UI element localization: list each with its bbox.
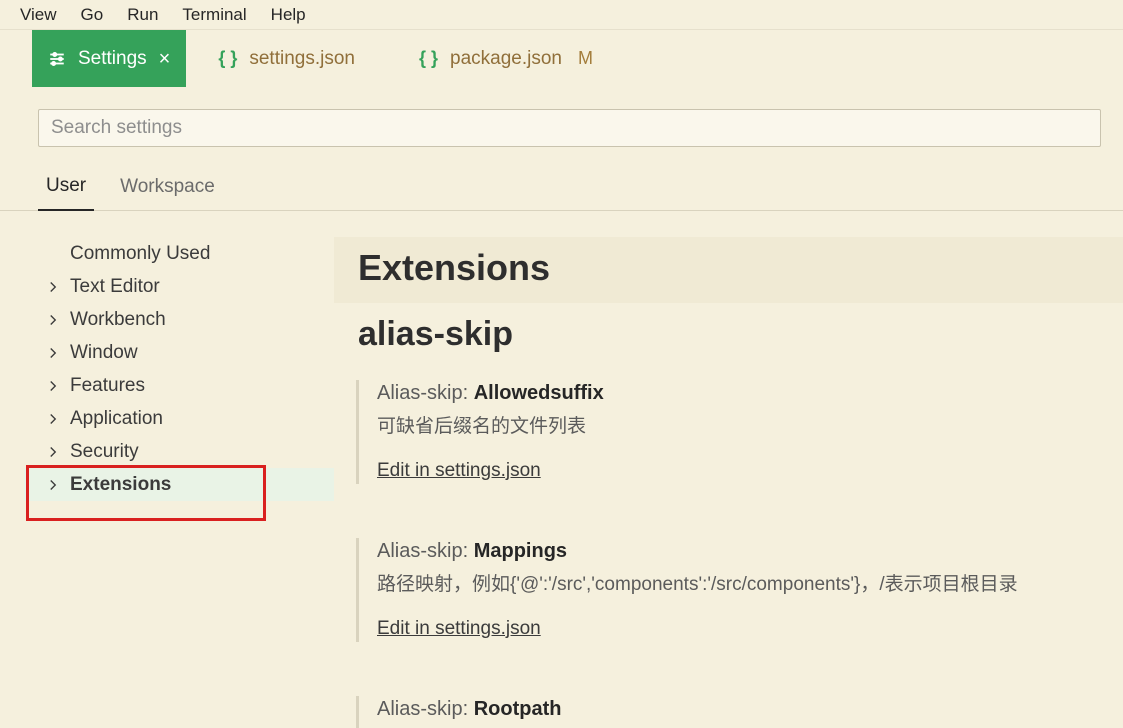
scope-row: User Workspace	[0, 157, 1123, 211]
setting-desc: 可缺省后缀名的文件列表	[377, 411, 1123, 438]
sidebar-item-commonly-used[interactable]: Commonly Used	[24, 237, 334, 270]
scope-user[interactable]: User	[38, 175, 94, 211]
search-input[interactable]	[38, 109, 1101, 147]
setting-key: Alias-skip: Allowedsuffix	[377, 382, 1123, 405]
sidebar-item-label: Workbench	[70, 309, 166, 331]
setting-key-prefix: Alias-skip:	[377, 540, 474, 562]
tab-package-json[interactable]: { } package.json M	[403, 30, 609, 87]
editor-tabbar: Settings × { } settings.json { } package…	[0, 30, 1123, 87]
scope-workspace[interactable]: Workspace	[112, 176, 223, 210]
chevron-right-icon	[46, 313, 60, 327]
json-icon: { }	[218, 48, 237, 69]
settings-body: User Workspace Commonly Used Text Editor…	[0, 87, 1123, 728]
search-row	[0, 87, 1123, 157]
sidebar-item-extensions[interactable]: Extensions	[24, 468, 334, 501]
tab-modified-badge: M	[578, 48, 593, 69]
setting-key-prefix: Alias-skip:	[377, 382, 474, 404]
chevron-right-icon	[46, 379, 60, 393]
setting-key-prefix: Alias-skip:	[377, 698, 474, 720]
sidebar-item-label: Security	[70, 441, 139, 463]
chevron-right-icon	[46, 280, 60, 294]
chevron-right-icon	[46, 412, 60, 426]
setting-key-name: Allowedsuffix	[474, 382, 604, 404]
sidebar-item-label: Features	[70, 375, 145, 397]
menu-terminal[interactable]: Terminal	[170, 5, 258, 25]
sidebar-item-features[interactable]: Features	[24, 369, 334, 402]
sidebar-item-text-editor[interactable]: Text Editor	[24, 270, 334, 303]
setting-key-name: Mappings	[474, 540, 567, 562]
chevron-right-icon	[46, 478, 60, 492]
menu-help[interactable]: Help	[259, 5, 318, 25]
sidebar-item-label: Window	[70, 342, 138, 364]
menu-run[interactable]: Run	[115, 5, 170, 25]
menubar: View Go Run Terminal Help	[0, 0, 1123, 30]
setting-key: Alias-skip: Mappings	[377, 540, 1123, 563]
tab-package-json-label: package.json	[450, 48, 562, 70]
sidebar-item-workbench[interactable]: Workbench	[24, 303, 334, 336]
setting-key-name: Rootpath	[474, 698, 562, 720]
chevron-right-icon	[46, 346, 60, 360]
content-row: Commonly Used Text Editor Workbench Wind…	[0, 211, 1123, 728]
setting-desc: 路径映射，例如{'@':'/src','components':'/src/co…	[377, 569, 1123, 596]
chevron-right-icon	[46, 445, 60, 459]
menu-go[interactable]: Go	[69, 5, 116, 25]
settings-sidebar: Commonly Used Text Editor Workbench Wind…	[0, 237, 334, 728]
sidebar-item-label: Text Editor	[70, 276, 160, 298]
json-icon: { }	[419, 48, 438, 69]
sidebar-item-label: Commonly Used	[70, 243, 210, 265]
setting-block-allowedsuffix: Alias-skip: Allowedsuffix 可缺省后缀名的文件列表 Ed…	[356, 380, 1123, 484]
sidebar-item-label: Extensions	[70, 474, 171, 496]
tab-settings-json[interactable]: { } settings.json	[202, 30, 371, 87]
menu-view[interactable]: View	[8, 5, 69, 25]
setting-block-rootpath: Alias-skip: Rootpath	[356, 696, 1123, 728]
setting-key: Alias-skip: Rootpath	[377, 698, 1123, 721]
tab-settings-label: Settings	[78, 48, 147, 70]
sidebar-item-security[interactable]: Security	[24, 435, 334, 468]
settings-detail: Extensions alias-skip Alias-skip: Allowe…	[334, 237, 1123, 728]
tab-settings-json-label: settings.json	[249, 48, 355, 70]
edit-in-settings-json-link[interactable]: Edit in settings.json	[377, 460, 541, 481]
sidebar-item-label: Application	[70, 408, 163, 430]
setting-block-mappings: Alias-skip: Mappings 路径映射，例如{'@':'/src',…	[356, 538, 1123, 642]
detail-subheading: alias-skip	[334, 309, 1123, 380]
close-icon[interactable]: ×	[159, 49, 171, 69]
edit-in-settings-json-link[interactable]: Edit in settings.json	[377, 618, 541, 639]
tab-settings[interactable]: Settings ×	[32, 30, 186, 87]
sliders-icon	[48, 50, 66, 68]
sidebar-item-window[interactable]: Window	[24, 336, 334, 369]
detail-heading: Extensions	[334, 237, 1123, 303]
sidebar-item-application[interactable]: Application	[24, 402, 334, 435]
